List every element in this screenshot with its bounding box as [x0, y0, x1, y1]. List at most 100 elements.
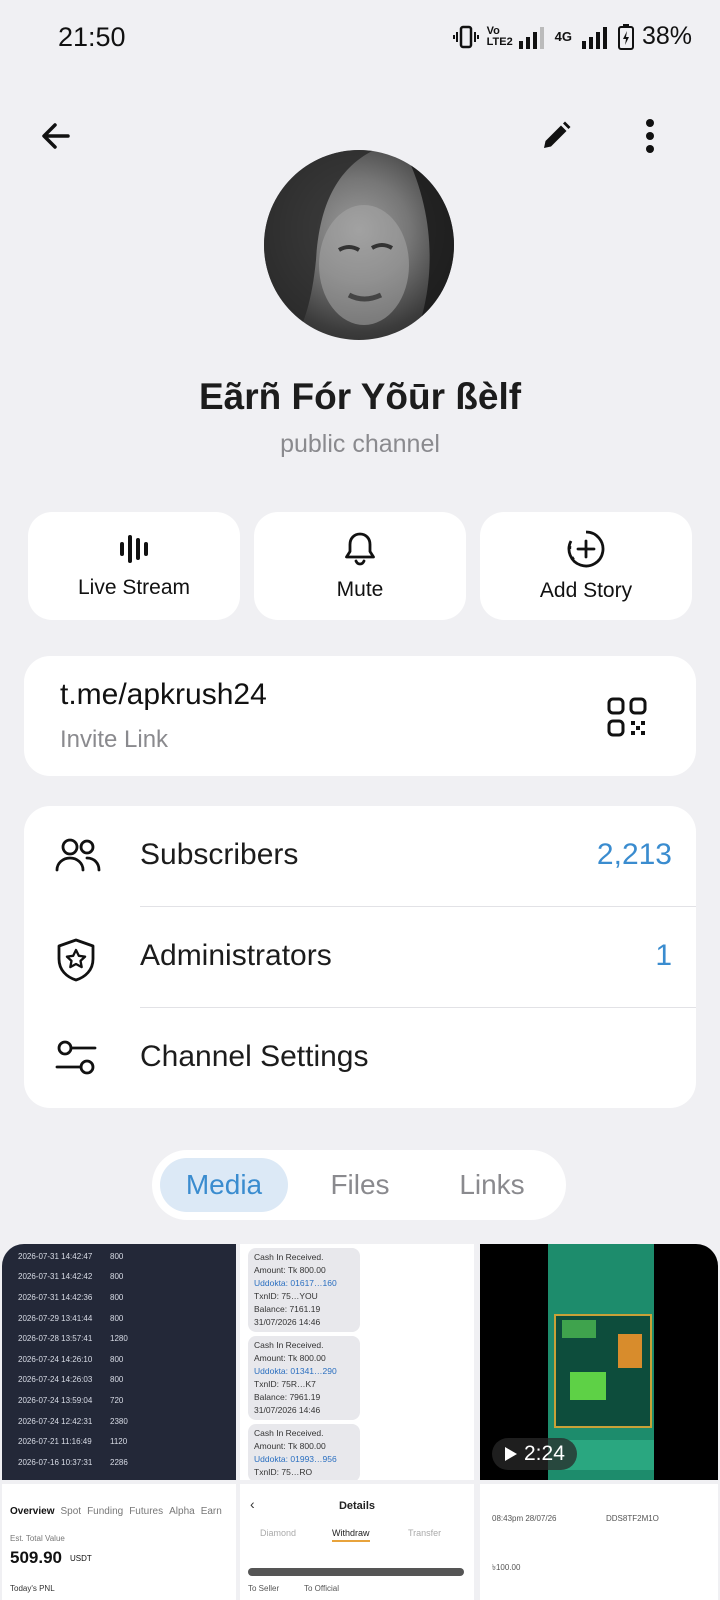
exchange-pnl-label: Today's PNL: [10, 1584, 55, 1593]
media-table-date: 2026-07-29 13:41:44: [18, 1313, 93, 1323]
media-table-row: 2026-07-24 14:26:10 800: [18, 1349, 236, 1370]
media-table-date: 2026-07-24 12:42:31: [18, 1416, 93, 1426]
media-table-row: 2026-07-24 13:59:04 720: [18, 1390, 236, 1411]
add-story-icon: [567, 530, 605, 568]
media-table-date: 2026-07-24 14:26:03: [18, 1375, 93, 1385]
vibrate-icon: [452, 25, 479, 48]
media-table-amount: 800: [110, 1251, 124, 1261]
invite-link[interactable]: t.me/apkrush24: [60, 678, 267, 712]
signal-icon: [518, 26, 544, 49]
media-table-row: 2026-07-24 14:26:03 800: [18, 1370, 236, 1391]
subscribers-label: Subscribers: [140, 838, 299, 871]
receipt-amount: ৳100.00: [492, 1563, 521, 1572]
users-icon: [55, 838, 101, 872]
tab-media[interactable]: Media: [160, 1158, 288, 1212]
status-time: 21:50: [58, 22, 126, 52]
administrators-label: Administrators: [140, 939, 332, 972]
mute-button[interactable]: Mute: [254, 512, 466, 620]
media-table-amount: 720: [110, 1395, 124, 1405]
add-story-button[interactable]: Add Story: [480, 512, 692, 620]
invite-link-card[interactable]: t.me/apkrush24 Invite Link: [24, 656, 696, 776]
media-table-amount: 2380: [110, 1416, 128, 1426]
media-message-line: Amount: Tk 800.00: [254, 1353, 326, 1363]
avatar-photo: [264, 150, 454, 340]
receipt-code: DDS8TF2M1O: [606, 1514, 659, 1523]
media-table-row: 2026-07-24 12:42:31 2380: [18, 1411, 236, 1432]
battery-percent: 38%: [641, 22, 692, 50]
media-message-line: TxnID: 75…YOU: [254, 1291, 318, 1301]
more-menu-button[interactable]: [622, 108, 678, 164]
exchange-tab: Alpha: [169, 1506, 195, 1517]
media-message-line: TxnID: 75R…K7: [254, 1379, 316, 1389]
media-message-line: Cash In Received.: [254, 1428, 324, 1438]
exchange-unit: USDT: [70, 1554, 92, 1563]
status-bar: 21:50 Vo LTE2 4G 38%: [0, 0, 720, 80]
tab-files[interactable]: Files: [300, 1158, 420, 1212]
mute-label: Mute: [336, 578, 384, 601]
exchange-tabs: Overview Spot Funding Futures Alpha Earn: [10, 1506, 222, 1517]
media-table-rows: 2026-07-31 14:42:47 800 2026-07-31 14:42:4…: [2, 1244, 236, 1473]
media-table-amount: 2286: [110, 1457, 128, 1467]
qr-code-icon: [607, 697, 647, 737]
media-message-line: Balance: 7161.19: [254, 1304, 321, 1314]
media-message-line: Amount: Tk 800.00: [254, 1265, 326, 1275]
media-message-line: TxnID: 75…RO: [254, 1467, 313, 1477]
invite-link-label: Invite Link: [60, 726, 169, 753]
exchange-tab: Earn: [200, 1506, 222, 1517]
media-table-row: 2026-07-28 13:57:41 1280: [18, 1328, 236, 1349]
media-message-bubble: Cash In Received. Amount: Tk 800.00 Uddokt…: [248, 1336, 360, 1420]
channel-avatar[interactable]: [264, 150, 454, 340]
live-stream-icon: [120, 535, 148, 563]
channel-info-card: Subscribers 2,213 Administrators 1 Chann…: [24, 806, 696, 1108]
live-stream-button[interactable]: Live Stream: [28, 512, 240, 620]
media-table-amount: 800: [110, 1313, 124, 1323]
arrow-left-icon: [42, 123, 70, 149]
qr-code-button[interactable]: [606, 696, 648, 743]
play-icon: [505, 1447, 517, 1461]
battery-icon: [617, 23, 634, 50]
media-table-row: 2026-07-29 13:41:44 800: [18, 1308, 236, 1329]
details-option: To Official: [304, 1584, 339, 1593]
sliders-icon: [55, 1040, 97, 1075]
back-button[interactable]: [28, 108, 84, 164]
details-progress: [248, 1568, 464, 1576]
media-video[interactable]: 2:24: [480, 1244, 718, 1480]
channel-settings-row[interactable]: Channel Settings: [24, 1008, 696, 1108]
media-item[interactable]: Overview Spot Funding Futures Alpha Earn Est.…: [2, 1484, 236, 1600]
bell-icon: [345, 532, 375, 566]
media-table-amount: 800: [110, 1292, 124, 1302]
media-table-amount: 1120: [110, 1437, 128, 1447]
details-title: Details: [338, 1500, 376, 1512]
media-item[interactable]: ‹ Details Diamond Withdraw Transfer To S…: [240, 1484, 474, 1600]
exchange-value-label: Est. Total Value: [10, 1534, 65, 1543]
network-label: 4G: [554, 29, 572, 44]
channel-type: public channel: [280, 430, 440, 458]
pencil-icon: [544, 121, 571, 148]
channel-name: Eãrñ Fór Yõūr ßèlf: [198, 376, 522, 417]
exchange-tab: Spot: [60, 1506, 82, 1517]
media-message-line: 31/07/2026 14:46: [254, 1317, 321, 1327]
add-story-label: Add Story: [539, 579, 633, 602]
media-table-date: 2026-07-28 13:57:41: [18, 1334, 93, 1344]
exchange-tab: Overview: [10, 1506, 55, 1517]
subscribers-row[interactable]: Subscribers 2,213: [24, 806, 696, 906]
media-item[interactable]: 2026-07-31 14:42:47 800 2026-07-31 14:42:4…: [2, 1244, 236, 1480]
edit-button[interactable]: [528, 108, 584, 164]
signal-icon-2: [581, 26, 607, 49]
media-item[interactable]: Cash In Received. Amount: Tk 800.00 Uddokt…: [240, 1244, 474, 1480]
media-messages: Cash In Received. Amount: Tk 800.00 Uddokt…: [240, 1248, 474, 1480]
media-table-date: 2026-07-16 10:37:31: [18, 1457, 93, 1467]
video-duration: 2:24: [524, 1442, 565, 1465]
media-item[interactable]: 08:43pm 28/07/26 DDS8TF2M1O ৳100.00: [480, 1484, 718, 1600]
exchange-value: 509.90: [10, 1548, 62, 1567]
media-table-amount: 800: [110, 1354, 124, 1364]
media-table-amount: 800: [110, 1375, 124, 1385]
details-tab: Transfer: [408, 1528, 442, 1538]
tab-links[interactable]: Links: [430, 1158, 554, 1212]
subscribers-count: 2,213: [596, 838, 672, 871]
media-table-row: 2026-07-16 10:37:31 2286: [18, 1452, 236, 1473]
volte-label: Vo LTE2: [486, 24, 513, 48]
administrators-row[interactable]: Administrators 1: [24, 907, 696, 1007]
media-table-date: 2026-07-24 14:26:10: [18, 1354, 93, 1364]
media-table-amount: 1280: [110, 1334, 128, 1344]
